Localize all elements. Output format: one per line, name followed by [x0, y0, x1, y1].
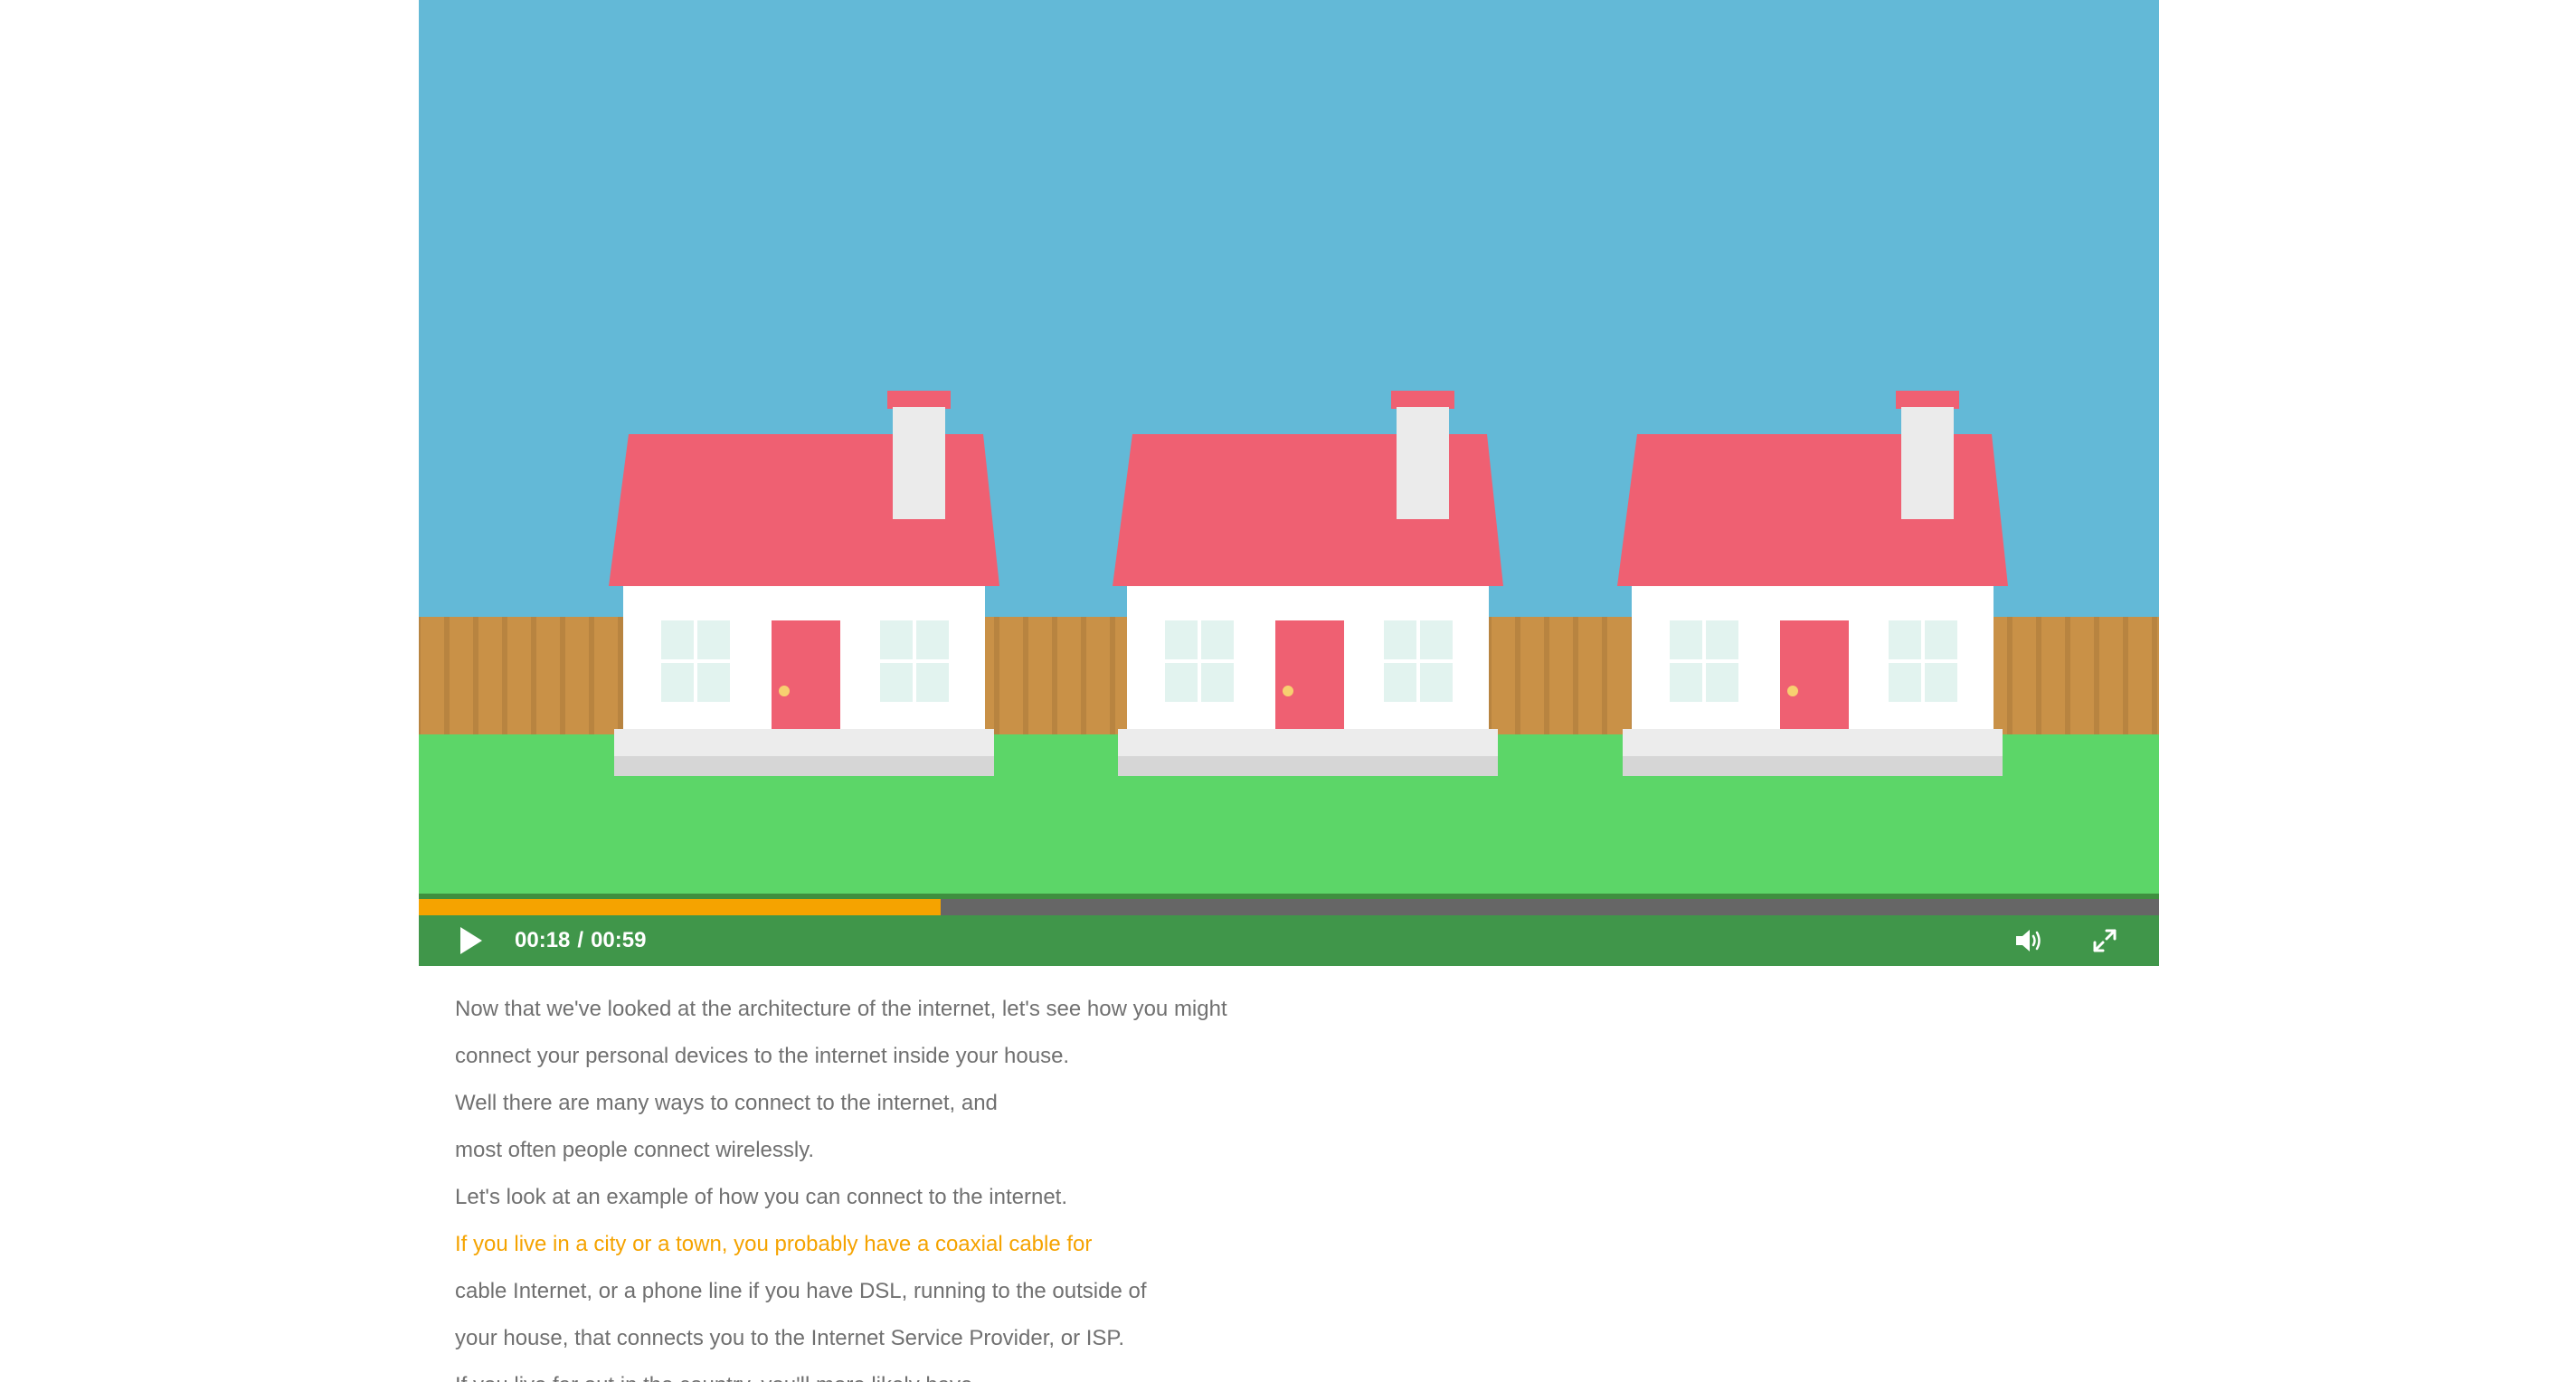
- chimney: [893, 407, 945, 519]
- fence-picket: [478, 617, 502, 736]
- house-foundation: [1118, 756, 1498, 776]
- fence-picket: [536, 617, 560, 736]
- transcript-line[interactable]: your house, that connects you to the Int…: [455, 1315, 1812, 1362]
- transcript-line[interactable]: Let's look at an example of how you can …: [455, 1174, 1812, 1221]
- play-icon: [460, 927, 482, 954]
- time-separator: /: [577, 928, 584, 952]
- play-button[interactable]: [446, 915, 497, 966]
- window-transom: [880, 659, 949, 663]
- fence-picket: [507, 617, 531, 736]
- fullscreen-icon: [2093, 929, 2117, 952]
- chimney-cap: [1896, 391, 1959, 409]
- fence-picket: [2012, 617, 2036, 736]
- transcript-line-active[interactable]: If you live in a city or a town, you pro…: [455, 1221, 1812, 1268]
- fence-picket: [1607, 617, 1631, 736]
- window-transom: [1165, 659, 1234, 663]
- page: 00:18/00:59 Now that we've looked at the…: [0, 0, 2576, 1382]
- fullscreen-button[interactable]: [2078, 915, 2132, 966]
- chimney: [1901, 407, 1954, 519]
- fence-picket: [2041, 617, 2065, 736]
- volume-button[interactable]: [2002, 915, 2056, 966]
- door-knob: [1283, 686, 1293, 696]
- fence-picket: [1057, 617, 1081, 736]
- fence-picket: [565, 617, 589, 736]
- video-frame[interactable]: [419, 0, 2159, 894]
- fence-picket: [421, 617, 444, 736]
- door-knob: [1787, 686, 1798, 696]
- fence-picket: [594, 617, 618, 736]
- fence-picket: [2070, 617, 2094, 736]
- fence-picket: [450, 617, 473, 736]
- video-player[interactable]: 00:18/ 00:59: [419, 0, 2159, 966]
- window-transom: [1384, 659, 1453, 663]
- video-progress-bar[interactable]: [419, 894, 2159, 915]
- transcript-line[interactable]: most often people connect wirelessly.: [455, 1127, 1812, 1174]
- fence-picket: [1578, 617, 1602, 736]
- fence-picket: [2099, 617, 2123, 736]
- video-scene-houses: [419, 0, 2159, 894]
- fence-picket: [2157, 617, 2159, 736]
- window-transom: [1670, 659, 1738, 663]
- chimney: [1397, 407, 1449, 519]
- volume-icon: [2016, 930, 2041, 951]
- fence-picket: [2128, 617, 2152, 736]
- current-time: 00:18: [515, 928, 571, 952]
- fence-picket: [1520, 617, 1544, 736]
- chimney-cap: [887, 391, 951, 409]
- chimney-cap: [1391, 391, 1454, 409]
- time-display: 00:18/ 00:59: [515, 915, 646, 966]
- door-knob: [779, 686, 790, 696]
- house-step: [1623, 729, 2003, 756]
- video-progress-fill: [419, 899, 942, 915]
- house-step: [614, 729, 994, 756]
- transcript-line[interactable]: If you live far out in the country, you'…: [455, 1362, 1812, 1382]
- fence-picket: [1086, 617, 1110, 736]
- transcript: Now that we've looked at the architectur…: [455, 986, 1812, 1382]
- fence-picket: [1549, 617, 1573, 736]
- house-foundation: [1623, 756, 2003, 776]
- transcript-line[interactable]: Now that we've looked at the architectur…: [455, 986, 1812, 1033]
- house-step: [1118, 729, 1498, 756]
- fence-picket: [1028, 617, 1052, 736]
- window-transom: [661, 659, 730, 663]
- window-transom: [1889, 659, 1957, 663]
- transcript-line[interactable]: cable Internet, or a phone line if you h…: [455, 1268, 1812, 1315]
- fence-picket: [1492, 617, 1515, 736]
- house-foundation: [614, 756, 994, 776]
- transcript-line[interactable]: connect your personal devices to the int…: [455, 1033, 1812, 1080]
- fence-picket: [999, 617, 1023, 736]
- duration: 00:59: [591, 928, 647, 952]
- transcript-line[interactable]: Well there are many ways to connect to t…: [455, 1080, 1812, 1127]
- video-controls: 00:18/ 00:59: [419, 915, 2159, 966]
